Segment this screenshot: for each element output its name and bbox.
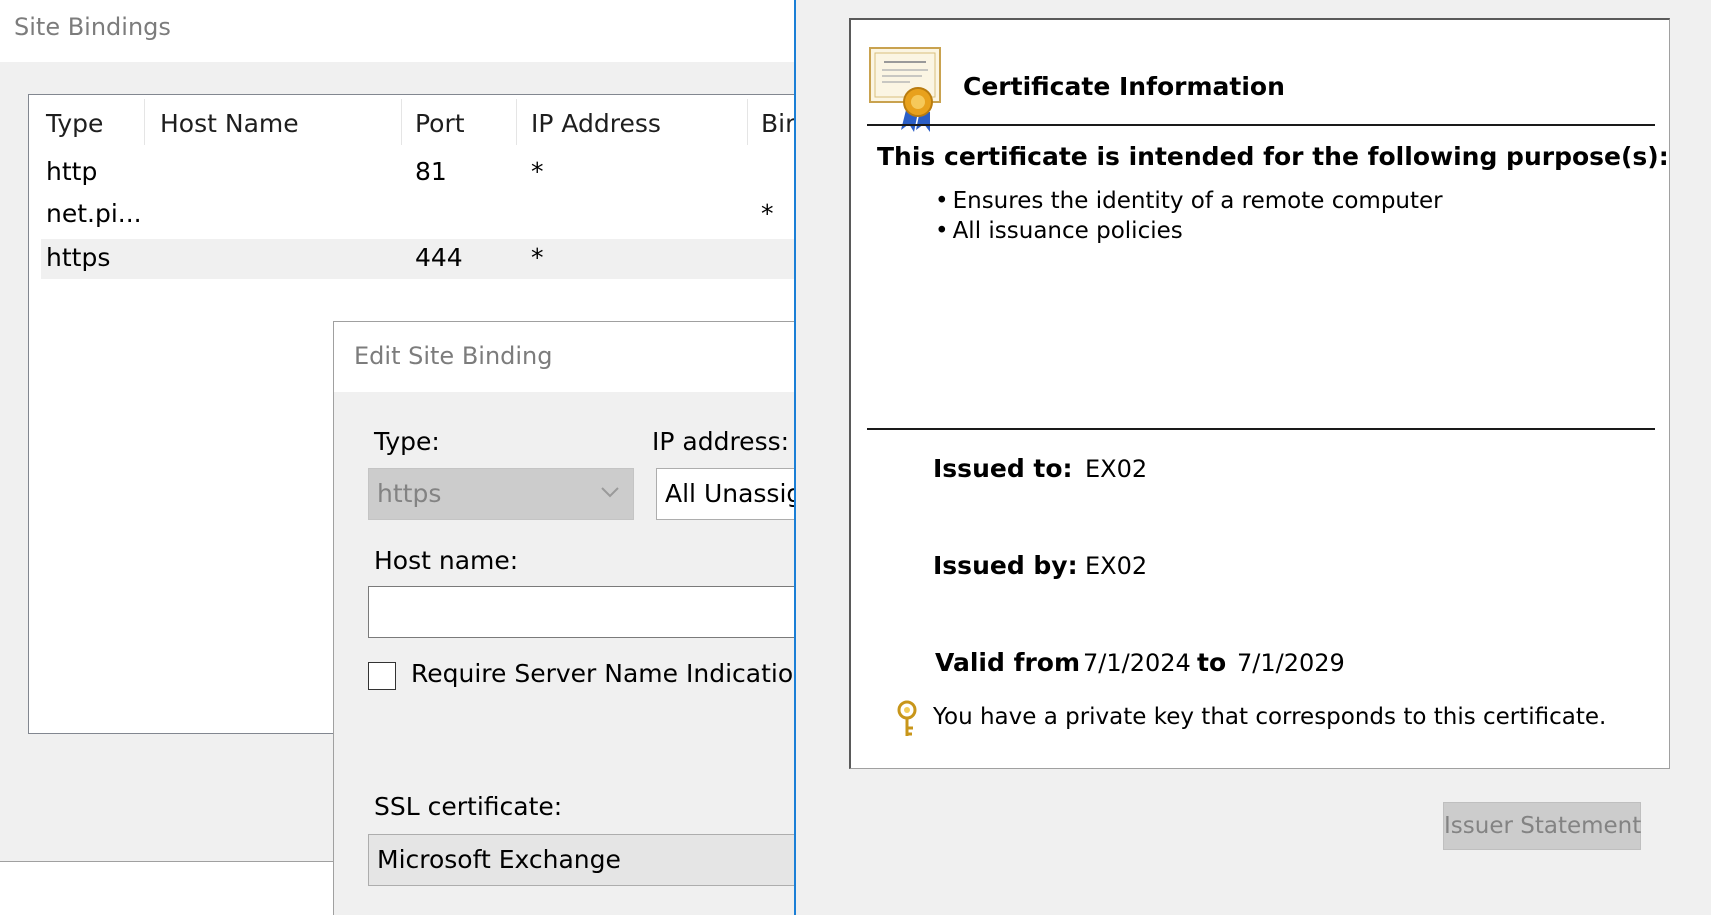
divider — [867, 124, 1655, 126]
valid-from-value: 7/1/2024 — [1083, 649, 1191, 677]
ssl-certificate-label: SSL certificate: — [374, 792, 563, 821]
cell-port: 444 — [415, 243, 463, 272]
purpose-heading: This certificate is intended for the fol… — [877, 142, 1669, 171]
column-divider[interactable] — [516, 99, 517, 145]
certificate-icon — [869, 47, 941, 132]
sni-label[interactable]: Require Server Name Indication — [411, 659, 809, 688]
column-header-binding[interactable]: Bir — [761, 109, 795, 138]
column-divider[interactable] — [401, 99, 402, 145]
private-key-note: You have a private key that corresponds … — [933, 704, 1607, 730]
cell-ip: * — [531, 243, 544, 272]
issued-to-value: EX02 — [1085, 455, 1148, 483]
table-row[interactable]: net.pi... * — [29, 197, 801, 237]
ip-address-value: All Unassig — [665, 479, 801, 508]
site-bindings-titlebar[interactable]: Site Bindings — [0, 0, 800, 62]
purpose-item: All issuance policies — [935, 216, 1443, 246]
ip-address-label: IP address: — [652, 427, 790, 456]
purpose-item: Ensures the identity of a remote compute… — [935, 186, 1443, 216]
cell-ip: * — [531, 157, 544, 186]
certificate-window: Certificate Information This certificate… — [794, 0, 1711, 915]
cell-type: net.pi... — [46, 199, 142, 228]
column-header-ip-address[interactable]: IP Address — [531, 109, 661, 138]
cell-binding: * — [761, 199, 774, 228]
valid-to-label: to — [1197, 648, 1227, 677]
type-label: Type: — [374, 427, 440, 456]
key-icon — [897, 700, 917, 736]
cell-type: http — [46, 157, 98, 186]
cell-port: 81 — [415, 157, 447, 186]
edit-site-binding-dialog: Edit Site Binding Type: IP address: http… — [333, 321, 809, 915]
type-select-value: https — [377, 479, 442, 508]
edit-site-binding-titlebar[interactable]: Edit Site Binding — [334, 322, 801, 392]
valid-from-label: Valid from — [935, 648, 1081, 677]
site-bindings-title: Site Bindings — [14, 13, 171, 41]
certificate-info-heading: Certificate Information — [963, 72, 1285, 101]
type-select[interactable]: https — [368, 468, 634, 520]
sni-checkbox[interactable] — [368, 662, 396, 690]
issued-by-value: EX02 — [1085, 552, 1148, 580]
purpose-list: Ensures the identity of a remote compute… — [935, 186, 1443, 246]
ssl-certificate-select[interactable]: Microsoft Exchange — [368, 834, 801, 886]
column-header-type[interactable]: Type — [46, 109, 103, 138]
ip-address-select[interactable]: All Unassig — [656, 468, 801, 520]
host-name-input[interactable] — [368, 586, 801, 638]
column-header-host-name[interactable]: Host Name — [160, 109, 299, 138]
column-header-port[interactable]: Port — [415, 109, 465, 138]
column-divider[interactable] — [144, 99, 145, 145]
issued-to-label: Issued to: — [933, 454, 1073, 483]
cell-type: https — [46, 243, 111, 272]
valid-to-value: 7/1/2029 — [1237, 649, 1345, 677]
divider — [867, 428, 1655, 430]
chevron-down-icon — [601, 487, 619, 498]
table-row-selected[interactable]: https 444 * — [41, 239, 801, 279]
issued-by-label: Issued by: — [933, 551, 1078, 580]
host-name-label: Host name: — [374, 546, 519, 575]
certificate-info-panel: Certificate Information This certificate… — [849, 18, 1670, 769]
edit-site-binding-title: Edit Site Binding — [354, 342, 553, 370]
ssl-certificate-value: Microsoft Exchange — [377, 845, 621, 874]
column-divider[interactable] — [747, 99, 748, 145]
table-row[interactable]: http 81 * — [29, 155, 801, 195]
issuer-statement-button[interactable]: Issuer Statement — [1443, 802, 1641, 850]
